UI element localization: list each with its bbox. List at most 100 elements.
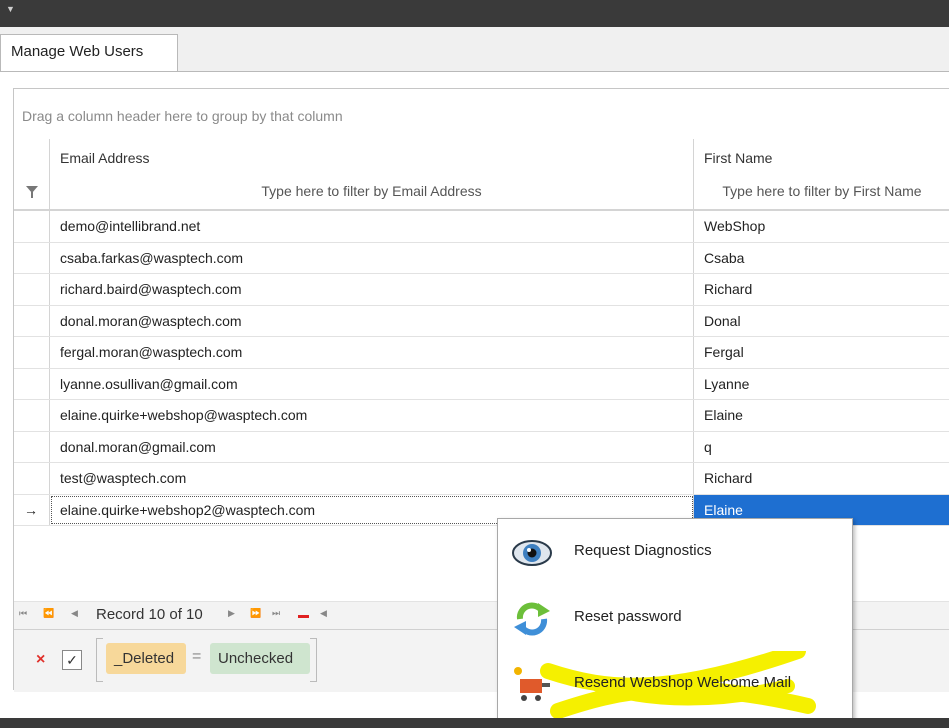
first-name-value: q	[704, 438, 712, 455]
dropdown-arrow-icon[interactable]: ▼	[6, 4, 15, 14]
first-name-cell[interactable]: Richard	[694, 274, 949, 305]
email-value: donal.moran@gmail.com	[60, 438, 216, 455]
first-name-value: Richard	[704, 281, 753, 297]
first-record-icon[interactable]: ⏮	[19, 608, 27, 619]
filter-email-placeholder: Type here to filter by Email Address	[261, 183, 482, 199]
filter-value-label: Unchecked	[218, 650, 294, 667]
table-row[interactable]: csaba.farkas@wasptech.com Csaba	[14, 242, 949, 274]
header-indicator	[14, 139, 50, 176]
table-row[interactable]: elaine.quirke+webshop@wasptech.com Elaine	[14, 400, 949, 432]
row-indicator	[14, 431, 50, 462]
title-bar: ▼	[0, 0, 949, 27]
first-name-value: Elaine	[704, 407, 743, 423]
filter-icon	[26, 186, 38, 198]
email-value: lyanne.osullivan@gmail.com	[60, 375, 238, 392]
first-name-cell[interactable]: Elaine	[694, 400, 949, 431]
row-indicator	[14, 305, 50, 336]
row-indicator	[14, 211, 50, 242]
email-cell[interactable]: donal.moran@wasptech.com	[50, 305, 694, 336]
first-name-cell[interactable]: q	[694, 432, 949, 463]
status-bar	[0, 718, 949, 728]
filter-field-label: _Deleted	[114, 650, 175, 667]
menu-item-label: Reset password	[574, 608, 682, 625]
filter-value-badge[interactable]: Unchecked	[210, 643, 310, 674]
filter-first-name-placeholder: Type here to filter by First Name	[722, 183, 922, 199]
refresh-arrows-icon	[514, 602, 550, 636]
email-cell[interactable]: richard.baird@wasptech.com	[50, 274, 694, 305]
eye-icon	[512, 540, 552, 566]
filter-first-name-input[interactable]: Type here to filter by First Name	[694, 176, 949, 209]
filter-operator[interactable]: =	[192, 648, 201, 666]
table-row[interactable]: donal.moran@gmail.com q	[14, 431, 949, 463]
email-value: fergal.moran@wasptech.com	[60, 344, 243, 360]
table-row[interactable]: lyanne.osullivan@gmail.com Lyanne	[14, 368, 949, 400]
column-header-first-name[interactable]: First Name	[694, 139, 949, 176]
first-name-cell[interactable]: Fergal	[694, 337, 949, 368]
menu-item-reset-password[interactable]: Reset password	[498, 585, 852, 651]
email-value: elaine.quirke+webshop@wasptech.com	[60, 407, 308, 423]
email-cell[interactable]: lyanne.osullivan@gmail.com	[50, 368, 694, 399]
filter-indicator	[14, 176, 50, 209]
filter-field-badge[interactable]: _Deleted	[106, 643, 186, 674]
tab-label: Manage Web Users	[11, 43, 144, 60]
last-record-icon[interactable]: ⏭	[272, 608, 280, 619]
column-header-row: Email Address First Name	[14, 139, 949, 177]
scroll-left-icon[interactable]: ◀	[320, 608, 327, 619]
row-indicator: →	[14, 494, 50, 525]
table-row[interactable]: demo@intellibrand.net WebShop	[14, 211, 949, 243]
row-indicator	[14, 274, 50, 305]
email-value: donal.moran@wasptech.com	[60, 312, 242, 329]
delete-record-icon[interactable]	[298, 615, 309, 618]
email-cell[interactable]: demo@intellibrand.net	[50, 211, 694, 242]
auto-filter-row: Type here to filter by Email Address Typ…	[14, 176, 949, 211]
email-value: csaba.farkas@wasptech.com	[60, 249, 244, 266]
first-name-value: Richard	[704, 470, 753, 486]
column-header-email[interactable]: Email Address	[50, 139, 694, 176]
row-indicator	[14, 368, 50, 399]
first-name-cell[interactable]: Csaba	[694, 243, 949, 274]
table-row[interactable]: richard.baird@wasptech.com Richard	[14, 274, 949, 306]
grid-rows: demo@intellibrand.net WebShop csaba.farka…	[14, 211, 949, 526]
tab-manage-web-users[interactable]: Manage Web Users	[0, 34, 178, 71]
menu-item-request-diagnostics[interactable]: Request Diagnostics	[498, 519, 852, 585]
enable-filter-checkbox[interactable]: ✓	[62, 650, 82, 670]
table-row[interactable]: test@wasptech.com Richard	[14, 463, 949, 495]
group-panel[interactable]: Drag a column header here to group by th…	[14, 89, 949, 140]
first-name-value: Lyanne	[704, 375, 750, 392]
first-name-cell[interactable]: Donal	[694, 306, 949, 337]
row-indicator	[14, 337, 50, 368]
email-cell[interactable]: donal.moran@gmail.com	[50, 431, 694, 462]
first-name-value: WebShop	[704, 218, 766, 234]
context-menu: Request Diagnostics Reset password Resen…	[497, 518, 853, 722]
first-name-cell[interactable]: Richard	[694, 463, 949, 494]
column-header-email-label: Email Address	[60, 150, 150, 166]
email-value: test@wasptech.com	[60, 470, 187, 486]
filter-email-input[interactable]: Type here to filter by Email Address	[50, 176, 694, 209]
clear-filter-icon[interactable]: ×	[36, 651, 45, 669]
bracket-right	[310, 638, 317, 682]
next-page-icon[interactable]: ⏩	[250, 608, 261, 619]
first-name-cell[interactable]: WebShop	[694, 211, 949, 242]
row-indicator	[14, 400, 50, 431]
table-row[interactable]: fergal.moran@wasptech.com Fergal	[14, 337, 949, 369]
focused-row-arrow-icon: →	[24, 501, 38, 518]
row-indicator	[14, 463, 50, 494]
email-cell[interactable]: csaba.farkas@wasptech.com	[50, 242, 694, 273]
email-value: richard.baird@wasptech.com	[60, 281, 242, 297]
record-counter: Record 10 of 10	[96, 606, 203, 623]
tab-strip: Manage Web Users	[0, 27, 949, 72]
table-row[interactable]: donal.moran@wasptech.com Donal	[14, 305, 949, 337]
column-header-first-name-label: First Name	[704, 150, 773, 166]
prev-page-icon[interactable]: ⏪	[43, 608, 54, 619]
row-indicator	[14, 242, 50, 273]
first-name-value: Fergal	[704, 344, 744, 360]
first-name-cell[interactable]: Lyanne	[694, 369, 949, 400]
menu-item-resend-welcome-mail[interactable]: Resend Webshop Welcome Mail	[498, 651, 852, 719]
prev-record-icon[interactable]: ◀	[71, 608, 78, 619]
email-cell[interactable]: fergal.moran@wasptech.com	[50, 337, 694, 368]
menu-item-label: Resend Webshop Welcome Mail	[574, 674, 792, 691]
next-record-icon[interactable]: ▶	[228, 608, 235, 619]
email-cell[interactable]: elaine.quirke+webshop@wasptech.com	[50, 400, 694, 431]
email-cell[interactable]: test@wasptech.com	[50, 463, 694, 494]
menu-item-label: Request Diagnostics	[574, 542, 712, 559]
